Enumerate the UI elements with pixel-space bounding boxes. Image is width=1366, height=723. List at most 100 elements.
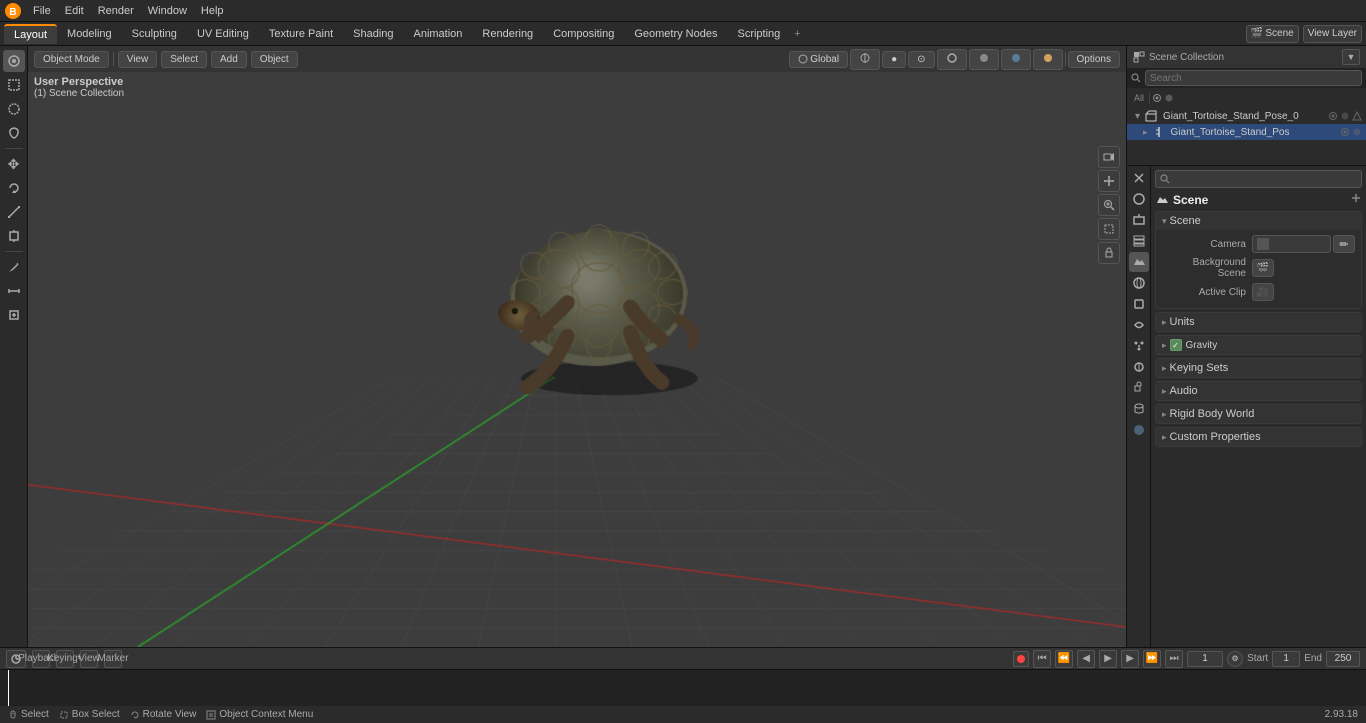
prop-object[interactable] xyxy=(1129,294,1149,314)
camera-value[interactable] xyxy=(1252,235,1331,253)
scene-selector[interactable]: 🎬 Scene xyxy=(1246,25,1299,43)
prop-modifiers[interactable] xyxy=(1129,315,1149,335)
record-btn[interactable] xyxy=(1013,651,1029,667)
tab-modeling[interactable]: Modeling xyxy=(57,25,122,43)
prop-constraints[interactable] xyxy=(1129,378,1149,398)
outliner-filter-btn[interactable]: ▼ xyxy=(1342,49,1360,65)
outliner-item-0[interactable]: ▾ Giant_Tortoise_Stand_Pose_0 xyxy=(1127,108,1366,124)
jump-end-btn[interactable]: ⏭ xyxy=(1165,650,1183,668)
keying-header[interactable]: ▸ Keying Sets xyxy=(1156,359,1361,377)
tool-transform[interactable] xyxy=(3,225,25,247)
tab-texture-paint[interactable]: Texture Paint xyxy=(259,25,343,43)
tab-shading[interactable]: Shading xyxy=(343,25,403,43)
step-back-btn[interactable]: ⏪ xyxy=(1055,650,1073,668)
keying-menu-btn[interactable]: Keying ▾ xyxy=(56,650,74,668)
tool-cursor[interactable] xyxy=(3,50,25,72)
prop-output[interactable] xyxy=(1129,210,1149,230)
bg-scene-icon-btn[interactable]: 🎬 xyxy=(1252,259,1274,277)
tab-geometry-nodes[interactable]: Geometry Nodes xyxy=(624,25,727,43)
scene-section-header[interactable]: ▾ Scene xyxy=(1156,212,1361,230)
menu-render[interactable]: Render xyxy=(91,3,141,19)
outliner-item-1[interactable]: ▸ Giant_Tortoise_Stand_Pos xyxy=(1127,124,1366,140)
filter-all-btn[interactable]: All xyxy=(1131,93,1147,103)
tool-add-object[interactable] xyxy=(3,304,25,326)
tool-measure[interactable] xyxy=(3,280,25,302)
tool-move[interactable]: ✥ xyxy=(3,153,25,175)
tool-lasso[interactable] xyxy=(3,122,25,144)
viewport-add-btn[interactable]: Add xyxy=(211,51,247,68)
prop-scene[interactable] xyxy=(1129,252,1149,272)
menu-help[interactable]: Help xyxy=(194,3,231,19)
prop-world[interactable] xyxy=(1129,273,1149,293)
audio-header[interactable]: ▸ Audio xyxy=(1156,382,1361,400)
material-preview-btn[interactable] xyxy=(1001,49,1031,70)
tool-scale[interactable] xyxy=(3,201,25,223)
solid-btn[interactable] xyxy=(969,49,999,70)
jump-start-btn[interactable]: ⏮ xyxy=(1033,650,1051,668)
active-clip-icon-btn[interactable]: 🎥 xyxy=(1252,283,1274,301)
pivot-btn[interactable]: ⊙ xyxy=(908,51,934,68)
custom-props-header[interactable]: ▸ Custom Properties xyxy=(1156,428,1361,446)
view-layer-selector[interactable]: View Layer xyxy=(1303,25,1362,43)
viewport-zoom-btn[interactable] xyxy=(1098,194,1120,216)
tool-select-box[interactable] xyxy=(3,74,25,96)
prop-physics[interactable] xyxy=(1129,357,1149,377)
tab-layout[interactable]: Layout xyxy=(4,24,57,44)
fps-btn[interactable]: ⚙ xyxy=(1227,651,1243,667)
viewport-render-region-btn[interactable] xyxy=(1098,218,1120,240)
prop-view-layer[interactable] xyxy=(1129,231,1149,251)
current-frame-input[interactable] xyxy=(1187,651,1223,667)
object-mode-btn[interactable]: Object Mode xyxy=(34,51,109,68)
viewport-view-btn[interactable]: View xyxy=(118,51,158,68)
rbw-header[interactable]: ▸ Rigid Body World xyxy=(1156,405,1361,423)
gravity-check[interactable]: ✓ xyxy=(1170,339,1182,351)
start-frame-input[interactable] xyxy=(1272,651,1300,667)
units-header[interactable]: ▸ Units xyxy=(1156,313,1361,331)
view-menu-btn[interactable]: View xyxy=(80,650,98,668)
prop-render-active[interactable] xyxy=(1129,189,1149,209)
tab-sculpting[interactable]: Sculpting xyxy=(122,25,187,43)
options-btn[interactable]: Options xyxy=(1068,51,1120,68)
tab-scripting[interactable]: Scripting xyxy=(727,25,790,43)
prop-icon-bar xyxy=(1127,166,1151,647)
marker-menu-btn[interactable]: Marker xyxy=(104,650,122,668)
menu-edit[interactable]: Edit xyxy=(58,3,91,19)
viewport[interactable]: Object Mode View Select Add Object Globa… xyxy=(28,46,1126,647)
tab-uv-editing[interactable]: UV Editing xyxy=(187,25,259,43)
prop-search-bar[interactable] xyxy=(1155,170,1362,188)
wireframe-btn[interactable] xyxy=(937,49,967,70)
menu-window[interactable]: Window xyxy=(141,3,194,19)
outliner-search-input[interactable] xyxy=(1145,70,1362,86)
menu-file[interactable]: File xyxy=(26,3,58,19)
step-fwd-btn[interactable]: ⏩ xyxy=(1143,650,1161,668)
viewport-lock-btn[interactable] xyxy=(1098,242,1120,264)
transform-global-btn[interactable]: Global xyxy=(789,51,848,68)
tool-rotate[interactable] xyxy=(3,177,25,199)
tab-rendering[interactable]: Rendering xyxy=(472,25,543,43)
snap-btn[interactable] xyxy=(850,49,880,70)
add-workspace[interactable]: + xyxy=(794,28,800,40)
tool-select-circle[interactable] xyxy=(3,98,25,120)
prop-particles[interactable] xyxy=(1129,336,1149,356)
prop-material[interactable] xyxy=(1129,420,1149,440)
prop-options-btn[interactable] xyxy=(1350,192,1362,207)
play-btn[interactable]: ▶ xyxy=(1099,650,1117,668)
tab-compositing[interactable]: Compositing xyxy=(543,25,624,43)
viewport-camera-btn[interactable] xyxy=(1098,146,1120,168)
prop-data[interactable] xyxy=(1129,399,1149,419)
prev-key-btn[interactable]: ◀ xyxy=(1077,650,1095,668)
proportional-btn[interactable]: ● xyxy=(882,51,906,68)
timeline-ruler[interactable] xyxy=(0,670,1366,706)
item-data-icon xyxy=(1352,111,1362,121)
tab-animation[interactable]: Animation xyxy=(404,25,473,43)
viewport-select-btn[interactable]: Select xyxy=(161,51,207,68)
viewport-object-btn[interactable]: Object xyxy=(251,51,298,68)
end-frame-input[interactable] xyxy=(1326,651,1360,667)
viewport-pan-btn[interactable] xyxy=(1098,170,1120,192)
rendered-btn[interactable] xyxy=(1033,49,1063,70)
next-key-btn[interactable]: ▶ xyxy=(1121,650,1139,668)
gravity-header[interactable]: ▸ ✓ Gravity xyxy=(1156,336,1361,354)
prop-tool-active[interactable] xyxy=(1129,168,1149,188)
camera-edit-btn[interactable]: ✏ xyxy=(1333,235,1355,253)
tool-annotate[interactable] xyxy=(3,256,25,278)
